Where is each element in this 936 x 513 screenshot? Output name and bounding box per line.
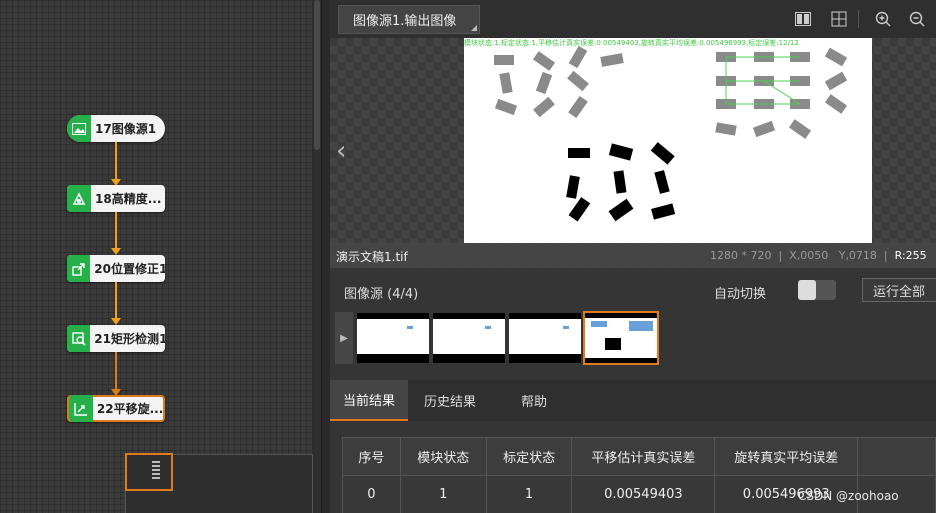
chevron-right-icon[interactable]: ▶: [335, 312, 353, 364]
flow-connector: [115, 282, 117, 319]
flow-node-position-fix[interactable]: 20位置修正1: [67, 255, 165, 282]
image-panel: 图像源1.输出图像 ‹ 模块状态:1,标定状态:1,平移估计真实误差:0.005…: [330, 0, 936, 513]
app-root: 17图像源1 18高精度... 20位置修正1 21矩形检测1 22平移旋...…: [0, 0, 936, 513]
image-icon: [67, 115, 91, 142]
node-label: 20位置修正1: [94, 262, 165, 276]
table-cell: 1: [485, 475, 573, 513]
crosshair-grid-icon[interactable]: [830, 10, 848, 28]
image-sources-header: 图像源 (4/4) 自动切换 运行全部: [330, 272, 936, 308]
scrollbar-thumb[interactable]: [314, 0, 320, 150]
flow-scrollbar[interactable]: [313, 0, 321, 513]
toolbar-separator: [858, 10, 859, 28]
minimap-viewport[interactable]: [125, 453, 173, 491]
flow-canvas[interactable]: 17图像源1 18高精度... 20位置修正1 21矩形检测1 22平移旋...: [0, 0, 313, 513]
thumbnail-1[interactable]: [357, 313, 429, 363]
results-tabs: 当前结果 历史结果 帮助: [330, 380, 936, 421]
chevron-left-icon[interactable]: ‹: [336, 136, 346, 166]
node-label: 21矩形检测1: [94, 332, 165, 346]
table-cell: 1: [399, 475, 487, 513]
image-info: 1280 * 720 | X,0050 Y,0718 | R:255 G: [710, 249, 927, 262]
cursor-x: X,0050: [789, 249, 829, 262]
result-image: 模块状态:1,标定状态:1,平移估计真实误差:0.00549403,旋转真实平均…: [464, 38, 872, 243]
table-header-row: 序号 模块状态 标定状态 平移估计真实误差 旋转真实平均误差: [342, 437, 936, 476]
column-header: 标定状态: [485, 437, 573, 476]
column-header: 序号: [342, 437, 401, 476]
pixel-value: R:255: [894, 249, 927, 262]
zoom-out-icon[interactable]: [908, 10, 926, 28]
flow-node-image-source[interactable]: 17图像源1: [67, 115, 165, 142]
panel-divider[interactable]: [321, 0, 330, 513]
dropdown-corner-icon: [471, 25, 477, 31]
column-header: 模块状态: [399, 437, 487, 476]
position-fix-icon: [67, 255, 91, 282]
auto-switch-label: 自动切换: [714, 287, 767, 302]
minimap-nodes: [152, 461, 160, 481]
image-source-selector[interactable]: 图像源1.输出图像: [338, 5, 480, 34]
image-source-label: 图像源1.输出图像: [353, 14, 457, 29]
tab-help[interactable]: 帮助: [494, 380, 574, 421]
rect-detect-icon: [67, 325, 91, 352]
node-label: 22平移旋...: [96, 402, 163, 416]
column-header-empty: [857, 437, 936, 476]
flow-node-calibration[interactable]: 22平移旋...: [67, 395, 165, 422]
thumbnail-4[interactable]: [583, 311, 659, 365]
calibration-icon: [69, 395, 93, 422]
node-label: 18高精度...: [95, 192, 162, 206]
overlay-result-text: 模块状态:1,标定状态:1,平移估计真实误差:0.00549403,旋转真实平均…: [464, 39, 799, 47]
flow-node-rect-detect[interactable]: 21矩形检测1: [67, 325, 165, 352]
toggle-knob: [798, 280, 816, 300]
flow-node-feature-match[interactable]: 18高精度...: [67, 185, 165, 212]
tab-history-results[interactable]: 历史结果: [410, 380, 490, 421]
thumbnail-2[interactable]: [433, 313, 505, 363]
flow-connector: [115, 212, 117, 249]
run-all-button[interactable]: 运行全部: [862, 278, 936, 302]
sources-title: 图像源 (4/4): [344, 287, 419, 302]
viewer-header: 图像源1.输出图像: [330, 0, 936, 38]
flow-arrow: [111, 318, 121, 325]
node-label: 17图像源1: [95, 122, 157, 136]
cursor-y: Y,0718: [838, 249, 877, 262]
thumbnail-strip: ▶: [330, 310, 936, 366]
flow-connector: [115, 352, 117, 390]
table-cell: 0.00549403: [571, 475, 716, 513]
image-canvas[interactable]: ‹ 模块状态:1,标定状态:1,平移估计真实误差:0.00549403,旋转真实…: [330, 38, 936, 268]
calibration-board-drawing: [494, 45, 848, 222]
image-status-bar: 演示文稿1.tif 1280 * 720 | X,0050 Y,0718 | R…: [330, 243, 936, 268]
file-name: 演示文稿1.tif: [336, 250, 408, 264]
column-header: 平移估计真实误差: [571, 437, 716, 476]
thumbnail-3[interactable]: [509, 313, 581, 363]
column-header: 旋转真实平均误差: [714, 437, 859, 476]
auto-switch-toggle[interactable]: [798, 280, 836, 300]
table-cell: 0: [342, 475, 401, 513]
image-size: 1280 * 720: [710, 249, 772, 262]
feature-match-icon: [67, 185, 91, 212]
flow-arrow: [111, 248, 121, 255]
zoom-in-icon[interactable]: [874, 10, 892, 28]
layout-split-icon[interactable]: [794, 10, 812, 28]
flow-connector: [115, 142, 117, 180]
watermark: CSDN @zoohoao: [798, 489, 899, 503]
tab-current-results[interactable]: 当前结果: [330, 380, 408, 421]
